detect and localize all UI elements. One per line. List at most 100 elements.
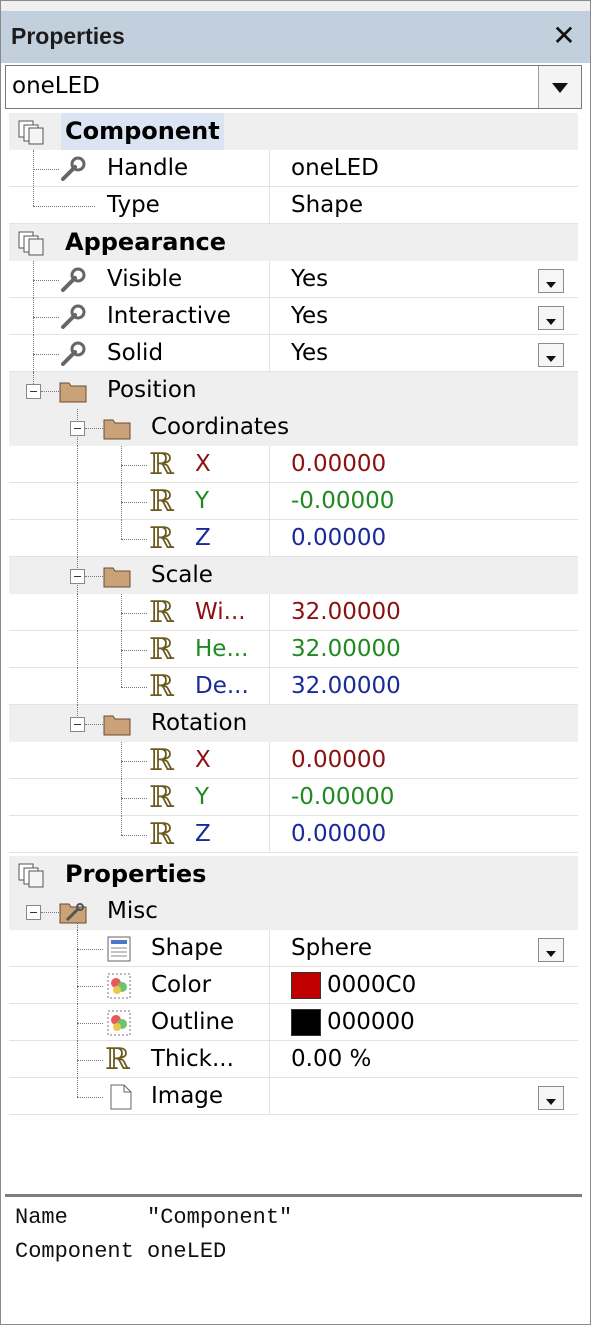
- property-name: X: [195, 451, 211, 477]
- category-appearance[interactable]: Appearance: [9, 224, 578, 261]
- properties-panel: Properties ✕ oneLED Component Handle one…: [0, 0, 591, 1325]
- property-value[interactable]: 0.00000: [291, 742, 386, 779]
- collapse-icon[interactable]: [70, 421, 85, 436]
- category-properties[interactable]: Properties: [9, 856, 578, 893]
- property-value[interactable]: 000000: [327, 1004, 415, 1041]
- group-misc[interactable]: Misc: [9, 893, 578, 930]
- property-row-interactive[interactable]: Interactive Yes: [9, 298, 578, 335]
- dropdown-button[interactable]: [538, 269, 564, 293]
- property-name: Shape: [151, 935, 224, 961]
- tools-folder-icon: [59, 903, 87, 924]
- group-label: Scale: [151, 562, 213, 588]
- panel-title: Properties: [11, 23, 125, 49]
- property-value[interactable]: 0.00000: [291, 520, 386, 557]
- real-number-icon: ℝ: [149, 447, 174, 482]
- collapse-icon[interactable]: [26, 905, 41, 920]
- categories-icon: [18, 231, 44, 256]
- property-name: Y: [195, 784, 210, 810]
- property-value[interactable]: Sphere: [291, 930, 372, 967]
- property-value[interactable]: 0.00000: [291, 446, 386, 483]
- group-label: Misc: [107, 898, 158, 924]
- property-name: Z: [195, 525, 211, 551]
- property-row-scale-width[interactable]: ℝ Wi... 32.00000: [9, 594, 578, 631]
- category-component[interactable]: Component: [9, 113, 578, 150]
- property-name: Outline: [151, 1009, 235, 1035]
- property-name: Visible: [107, 266, 183, 292]
- property-row-visible[interactable]: Visible Yes: [9, 261, 578, 298]
- property-value[interactable]: -0.00000: [291, 483, 394, 520]
- property-name: Y: [195, 488, 210, 514]
- property-value[interactable]: 32.00000: [291, 594, 401, 631]
- property-row-rotation-z[interactable]: ℝ Z 0.00000: [9, 816, 578, 853]
- real-number-icon: ℝ: [149, 743, 174, 778]
- description-line: Name "Component": [15, 1205, 293, 1230]
- object-selector[interactable]: oneLED: [5, 65, 582, 109]
- property-value[interactable]: 32.00000: [291, 631, 401, 668]
- property-row-scale-height[interactable]: ℝ He... 32.00000: [9, 631, 578, 668]
- dropdown-button[interactable]: [538, 938, 564, 962]
- property-name: Interactive: [107, 303, 231, 329]
- property-value[interactable]: Yes: [291, 298, 328, 335]
- property-value[interactable]: 0.00 %: [291, 1041, 371, 1078]
- property-row-scale-depth[interactable]: ℝ De... 32.00000: [9, 668, 578, 705]
- property-name: Type: [107, 192, 160, 218]
- group-label: Coordinates: [151, 414, 290, 440]
- collapse-icon[interactable]: [70, 569, 85, 584]
- group-label: Position: [107, 377, 197, 403]
- property-name: Color: [151, 972, 212, 998]
- wrench-icon: [61, 267, 86, 292]
- group-position[interactable]: Position: [9, 372, 578, 409]
- property-row-outline[interactable]: Outline 000000: [9, 1004, 578, 1041]
- categories-icon: [18, 120, 44, 145]
- folder-icon: [103, 567, 131, 588]
- group-coordinates[interactable]: Coordinates: [9, 409, 578, 446]
- property-row-handle[interactable]: Handle oneLED: [9, 150, 578, 206]
- property-value[interactable]: Yes: [291, 335, 328, 372]
- property-value[interactable]: -0.00000: [291, 779, 394, 816]
- dropdown-button[interactable]: [538, 306, 564, 330]
- folder-icon: [103, 715, 131, 736]
- property-row-thickness[interactable]: ℝ Thick... 0.00 %: [9, 1041, 578, 1078]
- palette-icon: [107, 973, 131, 999]
- property-row-rotation-y[interactable]: ℝ Y -0.00000: [9, 779, 578, 816]
- color-swatch[interactable]: [291, 972, 321, 999]
- category-label: Component: [61, 113, 224, 150]
- group-rotation[interactable]: Rotation: [9, 705, 578, 742]
- property-value[interactable]: oneLED: [291, 150, 379, 187]
- close-icon[interactable]: ✕: [549, 19, 579, 53]
- property-row-image[interactable]: Image: [9, 1078, 578, 1115]
- property-row-solid[interactable]: Solid Yes: [9, 335, 578, 372]
- outline-swatch[interactable]: [291, 1009, 321, 1036]
- folder-icon: [103, 419, 131, 440]
- real-number-icon: ℝ: [149, 817, 174, 852]
- group-label: Rotation: [151, 710, 248, 736]
- dropdown-button[interactable]: [538, 1086, 564, 1110]
- category-label: Appearance: [65, 228, 227, 256]
- property-row-shape[interactable]: Shape Sphere: [9, 930, 578, 967]
- property-name: Solid: [107, 340, 164, 366]
- property-row-color[interactable]: Color 0000C0: [9, 967, 578, 1004]
- dropdown-button[interactable]: [538, 343, 564, 367]
- property-value[interactable]: 0000C0: [327, 967, 416, 1004]
- real-number-icon: ℝ: [149, 632, 174, 667]
- description-line: Component oneLED: [15, 1239, 227, 1264]
- collapse-icon[interactable]: [70, 717, 85, 732]
- chevron-down-icon[interactable]: [538, 66, 581, 108]
- collapse-icon[interactable]: [26, 384, 41, 399]
- group-scale[interactable]: Scale: [9, 557, 578, 594]
- property-row-coord-y[interactable]: ℝ Y -0.00000: [9, 483, 578, 520]
- property-row-coord-x[interactable]: ℝ X 0.00000: [9, 446, 578, 483]
- real-number-icon: ℝ: [149, 484, 174, 519]
- property-value[interactable]: 0.00000: [291, 816, 386, 853]
- property-row-type[interactable]: Type Shape: [9, 187, 578, 224]
- property-value[interactable]: Yes: [291, 261, 328, 298]
- property-value[interactable]: Shape: [291, 187, 363, 224]
- property-name: De...: [195, 673, 249, 699]
- property-row-coord-z[interactable]: ℝ Z 0.00000: [9, 520, 578, 557]
- property-row-rotation-x[interactable]: ℝ X 0.00000: [9, 742, 578, 779]
- property-value[interactable]: 32.00000: [291, 668, 401, 705]
- wrench-icon: [61, 341, 86, 366]
- property-name: X: [195, 747, 211, 773]
- property-name: Image: [151, 1083, 224, 1109]
- real-number-icon: ℝ: [149, 521, 174, 556]
